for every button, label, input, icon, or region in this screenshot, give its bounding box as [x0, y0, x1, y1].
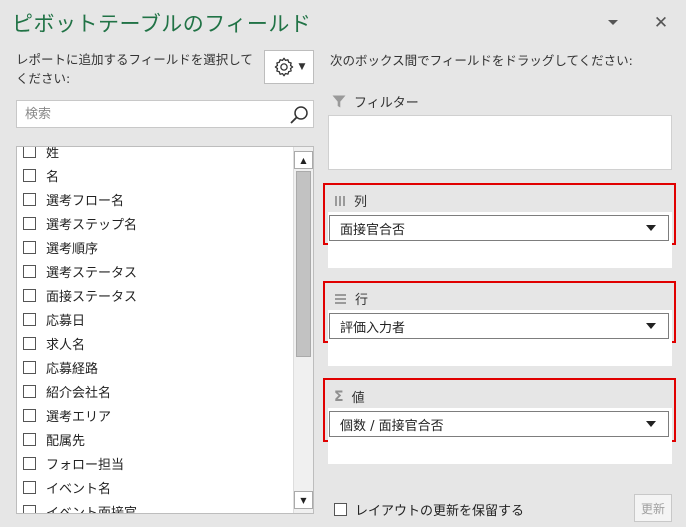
- columns-field-label: 面接官合否: [340, 222, 406, 238]
- field-search: [16, 100, 314, 128]
- rows-field-pill[interactable]: 評価入力者: [329, 313, 669, 339]
- field-list-scrollbar[interactable]: ▲ ▼: [293, 147, 313, 513]
- values-field-pill[interactable]: 個数 / 面接官合否: [329, 411, 669, 437]
- field-label: 配属先: [46, 433, 86, 449]
- field-checkbox[interactable]: [23, 312, 36, 326]
- field-list-item[interactable]: イベント面接官: [17, 499, 293, 514]
- filters-area-header: フィルター: [332, 92, 419, 111]
- field-label: 応募日: [46, 313, 86, 329]
- field-list-item[interactable]: イベント名: [17, 475, 293, 499]
- field-list-item[interactable]: 面接ステータス: [17, 283, 293, 307]
- field-label: 求人名: [46, 337, 86, 353]
- field-section-instruction: レポートに追加するフィールドを選択してください:: [16, 52, 253, 86]
- field-checkbox[interactable]: [23, 504, 36, 513]
- task-pane-options-button[interactable]: [602, 12, 624, 34]
- field-checkbox[interactable]: [23, 147, 36, 158]
- field-list: 姓名選考フロー名 選考ステップ名 選考順序選考ステータス 面接ステータス 応募日求人名応…: [16, 146, 314, 514]
- columns-icon: [335, 195, 345, 206]
- dropdown-arrow-icon[interactable]: [646, 323, 656, 329]
- update-button[interactable]: 更新: [634, 494, 672, 522]
- defer-layout-update-checkbox[interactable]: レイアウトの更新を保留する: [334, 500, 524, 519]
- filters-area-label: フィルター: [354, 96, 419, 111]
- field-list-item[interactable]: 選考エリア: [17, 403, 293, 427]
- field-checkbox[interactable]: [23, 240, 36, 254]
- rows-area-header: 行: [334, 289, 368, 308]
- rows-area-label: 行: [355, 293, 369, 308]
- search-input[interactable]: [17, 101, 287, 127]
- field-list-item[interactable]: 選考ステータス: [17, 259, 293, 283]
- areas-instruction: 次のボックス間でフィールドをドラッグしてください:: [330, 53, 633, 68]
- field-list-item[interactable]: 応募日: [17, 307, 293, 331]
- field-label: 応募経路: [46, 361, 99, 377]
- chevron-down-icon: [608, 20, 618, 25]
- field-label: 選考順序: [46, 241, 99, 257]
- field-checkbox[interactable]: [23, 456, 36, 470]
- scrollbar-thumb[interactable]: [296, 171, 311, 357]
- close-icon: ✕: [653, 13, 669, 33]
- field-list-item[interactable]: 配属先: [17, 427, 293, 451]
- chevron-down-icon: ▼: [298, 62, 306, 72]
- columns-field-pill[interactable]: 面接官合否: [329, 215, 669, 241]
- field-list-items: 姓名選考フロー名 選考ステップ名 選考順序選考ステータス 面接ステータス 応募日求人名応…: [17, 146, 293, 514]
- filter-icon: [332, 95, 346, 108]
- field-list-item[interactable]: フォロー担当: [17, 451, 293, 475]
- field-label: 選考エリア: [46, 409, 112, 425]
- search-icon[interactable]: [289, 105, 309, 125]
- field-list-item[interactable]: 姓: [17, 146, 293, 163]
- values-area-label: 値: [351, 391, 365, 406]
- close-button[interactable]: ✕: [650, 12, 672, 34]
- field-label: 選考ステータス: [46, 265, 138, 281]
- field-checkbox[interactable]: [23, 168, 36, 182]
- field-label: フォロー担当: [46, 457, 125, 473]
- scroll-down-arrow-icon[interactable]: ▼: [294, 491, 313, 509]
- columns-area-header: 列: [334, 191, 367, 210]
- rows-icon: [335, 293, 346, 304]
- defer-layout-update-label: レイアウトの更新を保留する: [355, 504, 525, 519]
- field-checkbox[interactable]: [23, 384, 36, 398]
- field-label: 面接ステータス: [46, 289, 138, 305]
- panel-title: ピボットテーブルのフィールド: [12, 12, 312, 36]
- field-checkbox[interactable]: [23, 192, 36, 206]
- scroll-up-arrow-icon[interactable]: ▲: [294, 151, 313, 169]
- gear-icon: [274, 57, 293, 77]
- rows-field-label: 評価入力者: [340, 320, 406, 336]
- field-list-item[interactable]: 選考順序: [17, 235, 293, 259]
- field-checkbox[interactable]: [23, 336, 36, 350]
- dropdown-arrow-icon[interactable]: [646, 421, 656, 427]
- field-checkbox[interactable]: [23, 432, 36, 446]
- field-label: 名: [46, 169, 60, 185]
- tools-button[interactable]: ▼: [264, 50, 314, 84]
- values-area-header: Σ 値: [334, 387, 365, 407]
- checkbox[interactable]: [334, 503, 347, 516]
- field-list-item[interactable]: 求人名: [17, 331, 293, 355]
- field-label: 姓: [46, 146, 60, 161]
- field-label: 紹介会社名: [46, 385, 112, 401]
- dropdown-arrow-icon[interactable]: [646, 225, 656, 231]
- field-list-item[interactable]: 紹介会社名: [17, 379, 293, 403]
- field-checkbox[interactable]: [23, 288, 36, 302]
- field-checkbox[interactable]: [23, 264, 36, 278]
- field-label: 選考フロー名: [46, 193, 125, 209]
- field-label: イベント面接官: [46, 505, 138, 514]
- filters-drop-area[interactable]: [328, 115, 672, 170]
- values-field-label: 個数 / 面接官合否: [340, 418, 444, 434]
- field-list-item[interactable]: 名: [17, 163, 293, 187]
- field-checkbox[interactable]: [23, 480, 36, 494]
- field-label: イベント名: [46, 481, 112, 497]
- field-list-item[interactable]: 応募経路: [17, 355, 293, 379]
- field-list-item[interactable]: 選考フロー名: [17, 187, 293, 211]
- field-checkbox[interactable]: [23, 216, 36, 230]
- field-label: 選考ステップ名: [46, 217, 138, 233]
- field-checkbox[interactable]: [23, 408, 36, 422]
- sigma-icon: Σ: [334, 388, 344, 405]
- field-list-item[interactable]: 選考ステップ名: [17, 211, 293, 235]
- columns-area-label: 列: [354, 195, 368, 210]
- field-checkbox[interactable]: [23, 360, 36, 374]
